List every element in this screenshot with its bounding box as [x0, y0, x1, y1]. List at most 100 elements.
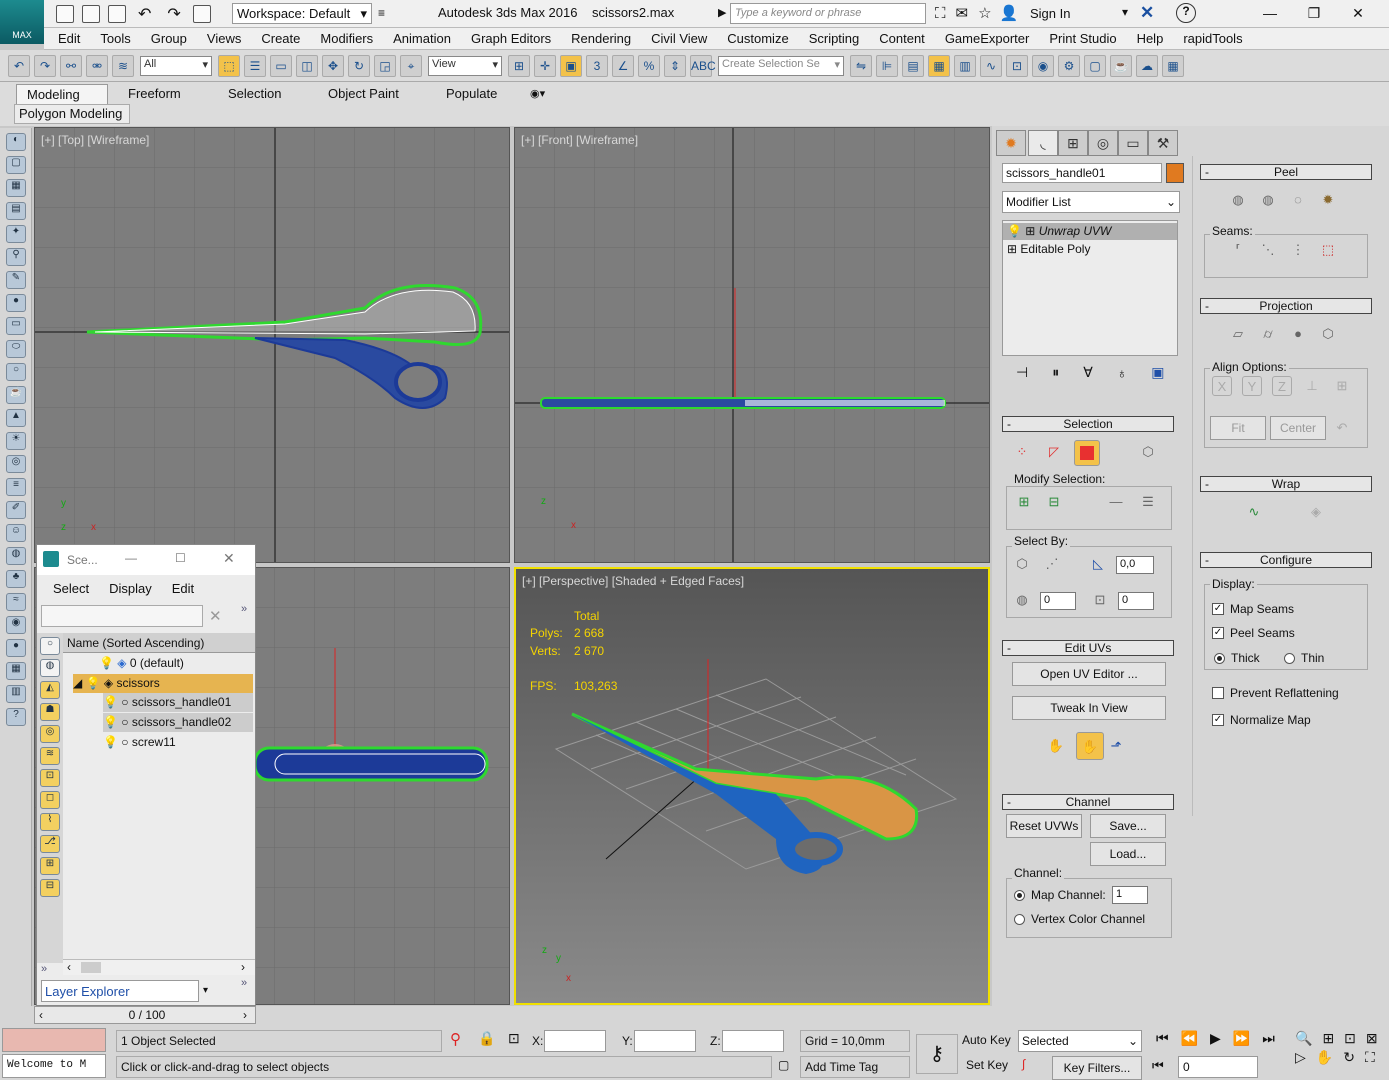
ignore-backfaces-icon[interactable]: ⋰ [1042, 554, 1062, 574]
open-file-icon[interactable] [82, 5, 100, 23]
current-frame-field[interactable]: 0 [1178, 1056, 1258, 1078]
polygon-modeling-panel[interactable]: Polygon Modeling [14, 104, 130, 124]
edit-seams-icon[interactable]: ⸢ [1228, 240, 1248, 260]
ribbon-tab-selection[interactable]: Selection [218, 84, 291, 105]
menu-scripting[interactable]: Scripting [799, 28, 870, 49]
material-editor-icon[interactable]: ◉ [1032, 54, 1054, 77]
stack-item-unwrap-uvw[interactable]: 💡 ⊞ Unwrap UVW [1003, 223, 1177, 240]
menu-print-studio[interactable]: Print Studio [1039, 28, 1126, 49]
menu-content[interactable]: Content [869, 28, 935, 49]
select-by-element-icon[interactable]: ⬡ [1012, 554, 1032, 574]
pan-icon[interactable]: ✋ [1316, 1049, 1333, 1066]
menu-rapidtools[interactable]: rapidTools [1173, 28, 1252, 49]
zoom-all-icon[interactable]: ⊞ [1322, 1030, 1334, 1047]
pin-icon[interactable]: ✹ [1318, 190, 1338, 210]
edit-named-selection-icon[interactable]: ABC [690, 54, 716, 77]
next-frame-icon[interactable]: ⏩ [1233, 1030, 1250, 1047]
column-header[interactable]: Name (Sorted Ascending) [63, 633, 255, 653]
ring-icon[interactable]: ☰ [1138, 492, 1158, 512]
hierarchy-tab-icon[interactable]: ⊞ [1058, 130, 1088, 156]
y-coord-field[interactable] [634, 1030, 696, 1052]
menu-display[interactable]: Display [109, 581, 152, 596]
pivot-center-icon[interactable]: ⊞ [508, 54, 530, 77]
help-icon[interactable]: ? [1176, 3, 1196, 23]
key-tangent-icon[interactable]: ∫ [1022, 1057, 1025, 1071]
link-icon[interactable]: ⚯ [60, 54, 82, 77]
viewport-label-perspective[interactable]: [+] [Perspective] [Shaded + Edged Faces] [522, 574, 744, 588]
create-tab-icon[interactable]: ✹ [996, 130, 1026, 156]
save-uv-button[interactable]: Save... [1090, 814, 1166, 838]
zoom-extents-all-icon[interactable]: ⊠ [1366, 1030, 1378, 1047]
point-to-point-seams-icon[interactable]: ⋱ [1258, 240, 1278, 260]
snaps-toggle-icon[interactable]: 3 [586, 54, 608, 77]
reset-icon[interactable]: ↶ [1332, 418, 1352, 438]
reference-coordinate-dropdown[interactable]: View ▾ [428, 55, 502, 76]
shape-filter-icon[interactable]: ☗ [40, 703, 60, 721]
key-mode-dropdown[interactable]: Selected ⌄ [1018, 1030, 1142, 1052]
modify-tab-icon[interactable]: ◟ [1028, 130, 1058, 156]
display-all-icon[interactable]: ◍ [40, 659, 60, 677]
maximize-viewport-icon[interactable]: ⛶ [1365, 1049, 1375, 1066]
menu-modifiers[interactable]: Modifiers [310, 28, 383, 49]
show-end-result-icon[interactable]: ⏸ [1052, 364, 1059, 381]
channel-rollout-header[interactable]: - Channel [1002, 794, 1174, 810]
brush-icon[interactable]: ✐ [6, 501, 26, 519]
viewport-front[interactable]: z x [+] [Front] [Wireframe] [514, 127, 990, 563]
spinner-snap-icon[interactable]: ⇕ [664, 54, 686, 77]
box-icon[interactable]: ▢ [6, 156, 26, 174]
polygon-select-icon[interactable] [1074, 440, 1100, 466]
viewport-label-top[interactable]: [+] [Top] [Wireframe] [41, 133, 149, 147]
named-selection-sets-dropdown[interactable]: Create Selection Se ▾ [718, 55, 844, 76]
favorites-star-icon[interactable]: ☆ [978, 4, 991, 22]
projection-rollout-header[interactable]: - Projection [1200, 298, 1372, 314]
pelt-map-icon[interactable]: ◍ [1258, 190, 1278, 210]
select-overlap-icon[interactable]: ◍ [1012, 590, 1032, 610]
stack-icon[interactable]: ≡ [6, 478, 26, 496]
scene-explorer-icon[interactable]: ▦ [928, 54, 950, 77]
menu-customize[interactable]: Customize [717, 28, 798, 49]
window-crossing-icon[interactable]: ◫ [296, 54, 318, 77]
menu-edit[interactable]: Edit [48, 28, 90, 49]
key-filters-button[interactable]: Key Filters... [1052, 1056, 1142, 1080]
expand-icon[interactable]: » [241, 603, 247, 615]
render-production-icon[interactable]: ☕ [1110, 54, 1132, 77]
pin-stack-icon[interactable]: ⊣ [1016, 364, 1028, 381]
load-uv-button[interactable]: Load... [1090, 842, 1166, 866]
planar-map-icon[interactable]: ▱ [1228, 324, 1248, 344]
edit-uvs-rollout-header[interactable]: - Edit UVs [1002, 640, 1174, 656]
orbit-icon[interactable]: ↻ [1343, 1049, 1355, 1066]
target-icon[interactable]: ◎ [6, 455, 26, 473]
reset-uvws-button[interactable]: Reset UVWs [1006, 814, 1082, 838]
loop-icon[interactable]: — [1106, 492, 1126, 512]
layer-row-scissors[interactable]: ◢ 💡 ◈ scissors [73, 674, 253, 693]
x-coord-field[interactable] [544, 1030, 606, 1052]
curve-editor-icon[interactable]: ∿ [980, 54, 1002, 77]
relax-icon[interactable]: ◌ [1288, 190, 1308, 210]
spherical-map-icon[interactable]: ● [1288, 324, 1308, 344]
menu-graph-editors[interactable]: Graph Editors [461, 28, 561, 49]
add-time-tag-icon[interactable]: ▢ [778, 1058, 789, 1072]
restore-icon[interactable]: ❐ [1292, 0, 1336, 26]
save-file-icon[interactable] [108, 5, 126, 23]
a360-gallery-icon[interactable]: ▦ [1162, 54, 1184, 77]
ribbon-tab-object-paint[interactable]: Object Paint [318, 84, 409, 105]
help-icon[interactable]: ? [6, 708, 26, 726]
ribbon-options-icon[interactable]: ◉▾ [530, 87, 545, 100]
menu-civil-view[interactable]: Civil View [641, 28, 717, 49]
render-in-cloud-icon[interactable]: ☁ [1136, 54, 1158, 77]
paint-icon[interactable]: ✎ [6, 271, 26, 289]
tree-icon[interactable]: ♣ [6, 570, 26, 588]
light-icon[interactable]: ✦ [6, 225, 26, 243]
spline-map-icon[interactable]: ∿ [1244, 502, 1264, 522]
mirror-icon[interactable]: ⇋ [850, 54, 872, 77]
edge-sel-to-seams-icon[interactable]: ⋮ [1288, 240, 1308, 260]
camera-filter-icon[interactable]: ≋ [40, 747, 60, 765]
angle-spinner[interactable]: 0,0 [1116, 556, 1154, 574]
element-select-icon[interactable]: ⬡ [1138, 442, 1158, 462]
shrink-selection-icon[interactable]: ⊟ [1044, 492, 1064, 512]
select-object-icon[interactable]: ⬚ [218, 54, 240, 77]
scroll-left-icon[interactable]: ‹ [67, 960, 71, 974]
cup-icon[interactable]: ☕ [6, 386, 26, 404]
table-icon[interactable]: ▤ [6, 202, 26, 220]
ribbon-tab-populate[interactable]: Populate [436, 84, 507, 105]
